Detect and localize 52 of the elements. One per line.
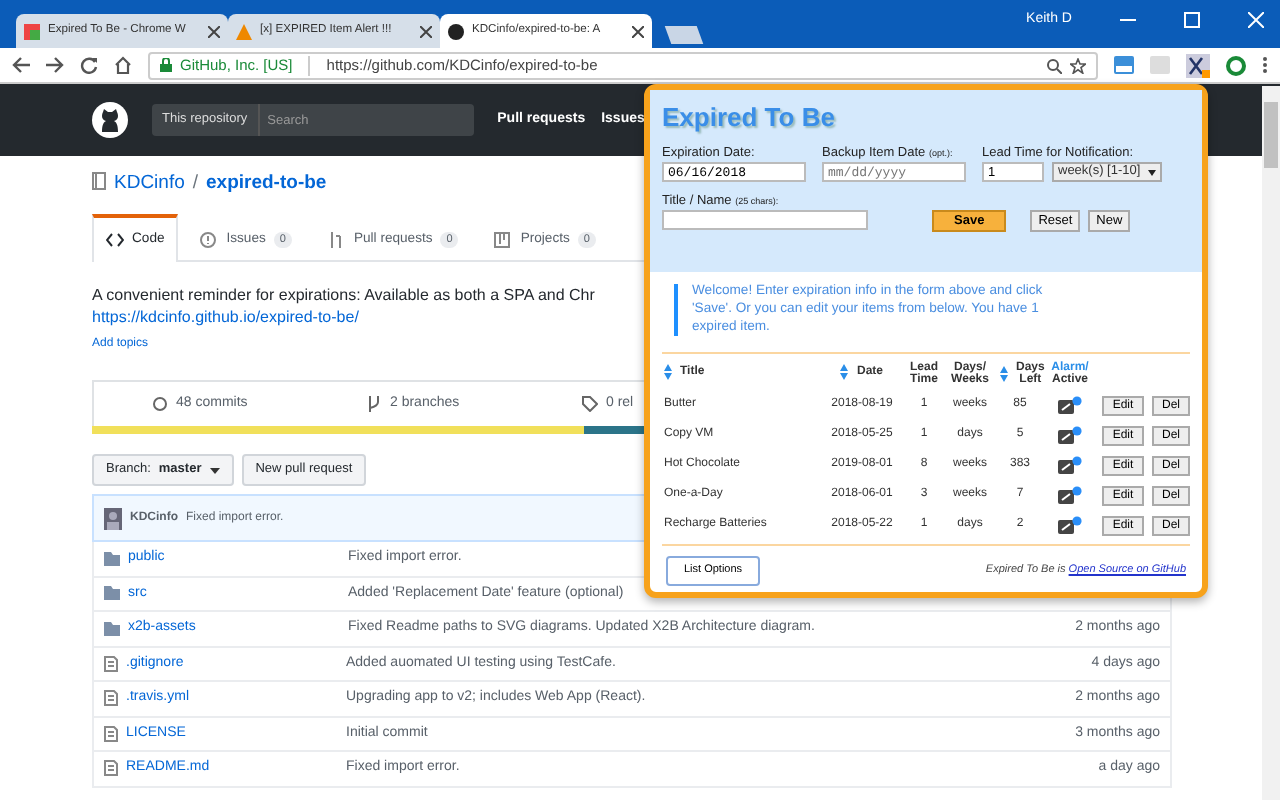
folder-icon — [104, 551, 120, 566]
file-icon — [104, 690, 118, 707]
alarm-toggle-icon[interactable] — [1058, 455, 1082, 474]
branch-icon — [366, 396, 382, 412]
issue-icon — [200, 232, 219, 248]
pull-request-icon — [327, 232, 346, 248]
home-icon[interactable] — [114, 56, 132, 74]
star-icon[interactable] — [1070, 57, 1086, 73]
reload-icon[interactable] — [80, 56, 98, 74]
folder-icon — [104, 621, 120, 636]
zoom-icon[interactable] — [1046, 57, 1062, 73]
repo-description: A convenient reminder for expirations: Available as both a SPA and Chr — [92, 286, 595, 304]
alarm-toggle-icon[interactable] — [1058, 425, 1082, 444]
alarm-toggle-icon[interactable] — [1058, 515, 1082, 534]
maximize-icon[interactable] — [1184, 12, 1200, 28]
commit-icon — [152, 396, 168, 412]
repo-link[interactable]: expired-to-be — [206, 172, 327, 196]
tab-favicon-icon — [448, 23, 464, 39]
tab-favicon-icon — [236, 23, 252, 39]
logo-icon[interactable] — [92, 102, 128, 138]
new-tab-button[interactable] — [664, 26, 704, 44]
tag-icon — [582, 396, 598, 412]
avatar-icon — [104, 507, 122, 529]
caret-icon — [209, 467, 220, 473]
project-icon — [494, 232, 513, 248]
owner-link[interactable]: KDCinfo — [114, 172, 185, 196]
back-icon[interactable] — [12, 56, 30, 74]
lock-icon — [160, 58, 172, 72]
forward-icon[interactable] — [46, 56, 64, 74]
caret-icon — [1148, 169, 1157, 176]
homepage-link[interactable]: https://kdcinfo.github.io/expired-to-be/ — [92, 308, 359, 326]
menu-icon[interactable] — [1262, 56, 1268, 74]
popup-title: Expired To Be — [662, 100, 837, 136]
close-icon[interactable] — [632, 25, 644, 37]
path-separator: / — [192, 172, 199, 196]
alarm-toggle-icon[interactable] — [1058, 485, 1082, 504]
close-icon[interactable] — [208, 25, 220, 37]
scrollbar[interactable] — [1262, 86, 1280, 800]
folder-icon — [104, 586, 120, 601]
sort-icon[interactable] — [840, 364, 849, 381]
file-icon — [104, 655, 118, 672]
extension-icon[interactable] — [1186, 53, 1210, 77]
tab-favicon-icon — [24, 23, 40, 39]
code-icon — [106, 232, 124, 248]
close-icon[interactable] — [420, 25, 432, 37]
file-icon — [104, 760, 118, 777]
sort-icon[interactable] — [664, 364, 672, 381]
title-field[interactable] — [662, 210, 868, 231]
alarm-toggle-icon[interactable] — [1058, 395, 1082, 414]
file-icon — [104, 725, 118, 742]
sort-icon[interactable] — [1000, 366, 1008, 383]
repo-icon — [92, 172, 106, 190]
